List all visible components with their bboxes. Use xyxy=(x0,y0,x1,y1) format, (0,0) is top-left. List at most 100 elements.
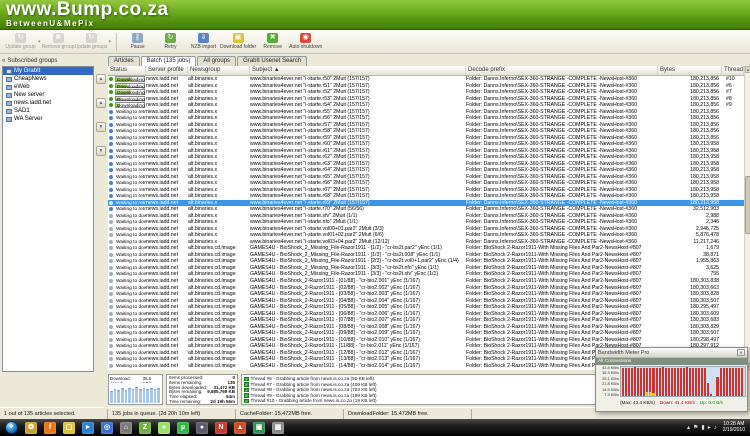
status-text: Waiting to retry xyxy=(115,110,146,115)
tab[interactable]: All groups xyxy=(197,56,236,66)
progress-bar: Downloading (52%) xyxy=(115,89,145,95)
zend-icon[interactable]: Z xyxy=(139,422,151,434)
status-icon xyxy=(109,162,113,166)
bandwidth-tray-icon[interactable]: ▮ xyxy=(701,422,704,434)
sphere-icon[interactable]: ● xyxy=(196,422,208,434)
move-to-top-button[interactable]: ▲ xyxy=(96,74,106,84)
speed-spark-bar xyxy=(117,390,120,403)
utorrent-icon[interactable]: µ xyxy=(177,422,189,434)
collapse-icon[interactable]: « xyxy=(2,58,5,64)
bandwidth-bar xyxy=(698,368,700,396)
bandwidth-bar xyxy=(726,368,728,396)
retry-button[interactable]: ↻ Retry xyxy=(154,31,187,53)
network-flag-icon[interactable]: ⚑ xyxy=(693,422,698,434)
arrow-icon: ▲ xyxy=(99,76,104,82)
nzb-import-button[interactable]: ⇓ NZB import xyxy=(187,31,220,53)
scroll-up-arrow[interactable]: ▲ xyxy=(745,66,750,73)
status-text: Waiting to download xyxy=(115,357,146,362)
progress-bar: Waiting to retry xyxy=(115,193,146,199)
bandwidth-bar xyxy=(628,368,630,396)
show-hidden-icons[interactable]: ▴ xyxy=(687,422,690,434)
thread-check-icon: ✓ xyxy=(244,377,249,382)
status-icon xyxy=(109,149,113,153)
status-icon xyxy=(109,357,113,361)
column-header[interactable]: Subject ▲ xyxy=(250,66,466,75)
system-tray: ▴⚑▮ ▸♪ 10:28 AM 2/19/2010 xyxy=(687,422,745,434)
status-text: Waiting to download xyxy=(115,325,146,330)
server-tree-item[interactable]: news.iadd.net xyxy=(3,99,93,107)
move-up-button[interactable]: ▲ xyxy=(96,98,106,108)
colors-app-icon[interactable]: ❂ xyxy=(25,422,37,434)
firefox-icon[interactable]: f xyxy=(44,422,56,434)
dropdown-arrow-icon[interactable]: ▾ xyxy=(38,39,41,45)
globe-icon[interactable]: ◎ xyxy=(101,422,113,434)
axis-tick-label: 43.4 KB/s xyxy=(597,366,619,370)
update-groups-button[interactable]: ↻ Update groups xyxy=(75,31,108,53)
scrollbar-thumb[interactable] xyxy=(745,176,750,234)
eject-icon[interactable]: ▸ xyxy=(708,422,711,434)
column-header[interactable]: Status xyxy=(108,66,146,75)
move-to-bottom-button[interactable]: ▼ xyxy=(96,146,106,156)
progress-bar: Downloading (15%) xyxy=(115,102,145,108)
bandwidth-meter-window[interactable]: Bandwidth Meter Pro ✕ All Connections 43… xyxy=(595,347,748,412)
column-header[interactable]: Decode prefix xyxy=(466,66,658,75)
bandwidth-bar xyxy=(625,368,627,396)
clock-date: 2/19/2010 xyxy=(723,428,745,434)
remove-button[interactable]: ✖ Remove xyxy=(256,31,289,53)
transfer-stats-box: Items processed: 0 Items remaining: 135 … xyxy=(166,374,238,405)
server-tree-item[interactable]: eWeb xyxy=(3,83,93,91)
speed-spark-bar xyxy=(150,388,153,403)
server-tree-item[interactable]: New server xyxy=(3,91,93,99)
server-tree-item[interactable]: My GrabIt xyxy=(3,67,93,75)
toolbar-button-label: Download folder xyxy=(220,44,256,50)
bandwidth-meter-titlebar[interactable]: Bandwidth Meter Pro ✕ xyxy=(596,348,747,358)
volume-icon[interactable]: ♪ xyxy=(714,422,717,434)
column-header[interactable]: Bytes xyxy=(658,66,722,75)
toolbar-button-icon: ✖ xyxy=(53,33,64,43)
remove-group-button[interactable]: ✖ Remove group xyxy=(42,31,75,53)
move-down-button[interactable]: ▼ xyxy=(96,122,106,132)
column-header[interactable]: Newsgroup xyxy=(188,66,250,75)
messenger-icon[interactable]: ▣ xyxy=(253,422,265,434)
progress-bar: Downloading (40%) xyxy=(115,83,145,89)
progress-bar: Waiting to download xyxy=(115,232,146,238)
server-tree-item[interactable]: WA Server xyxy=(3,115,93,123)
progress-bar: Downloading (19%) xyxy=(115,96,145,102)
shopping-cart-icon[interactable]: ⌂ xyxy=(120,422,132,434)
status-icon xyxy=(109,181,113,185)
table-scrollbar[interactable]: ▲ ▼ xyxy=(744,66,750,370)
vlc-icon[interactable]: ▲ xyxy=(234,422,246,434)
update-group-button[interactable]: ↻ Update group xyxy=(4,31,37,53)
column-header[interactable]: Server profile xyxy=(146,66,188,75)
speed-spark-bar xyxy=(128,388,131,403)
status-icon xyxy=(109,299,113,303)
column-label: Thread xyxy=(724,67,743,73)
speed-spark-bar xyxy=(121,388,124,403)
explorer-folder-icon[interactable]: ▢ xyxy=(63,422,75,434)
site-banner: www.Bump.co.za BetweenU&MePix xyxy=(0,0,750,30)
column-header[interactable]: Thread xyxy=(722,66,744,75)
nero-icon[interactable]: N xyxy=(215,422,227,434)
status-text: Waiting to retry xyxy=(115,142,146,147)
download-folder-button[interactable]: ▣ Download folder xyxy=(220,31,256,53)
pill-icon[interactable]: ● xyxy=(158,422,170,434)
auto-shutdown-button[interactable]: ◉ Auto shutdown xyxy=(289,31,322,53)
server-tree-item[interactable]: CheapNews xyxy=(3,75,93,83)
taskbar-clock[interactable]: 10:28 AM 2/19/2010 xyxy=(720,422,745,434)
pause-button[interactable]: ∥ Pause xyxy=(121,31,154,53)
tab[interactable]: Articles xyxy=(108,56,140,66)
dropdown-arrow-icon[interactable]: ▾ xyxy=(109,39,112,45)
start-button[interactable]: ❖ xyxy=(5,421,18,434)
status-icon xyxy=(109,175,113,179)
bandwidth-bar xyxy=(689,368,691,396)
close-icon[interactable]: ✕ xyxy=(737,349,745,356)
status-icon xyxy=(109,123,113,127)
server-tree-item[interactable]: SAD1 xyxy=(3,107,93,115)
tab[interactable]: GrabIt Usenet Search xyxy=(237,56,307,66)
progress-bar: Waiting to download xyxy=(115,356,146,362)
media-player-icon[interactable]: ► xyxy=(82,422,94,434)
image-viewer-icon[interactable]: ▦ xyxy=(272,422,284,434)
bandwidth-bar xyxy=(677,368,679,396)
toolbar-button-label: NZB import xyxy=(191,44,216,50)
axis-tick-label: 7.3 KB/s xyxy=(597,393,619,397)
